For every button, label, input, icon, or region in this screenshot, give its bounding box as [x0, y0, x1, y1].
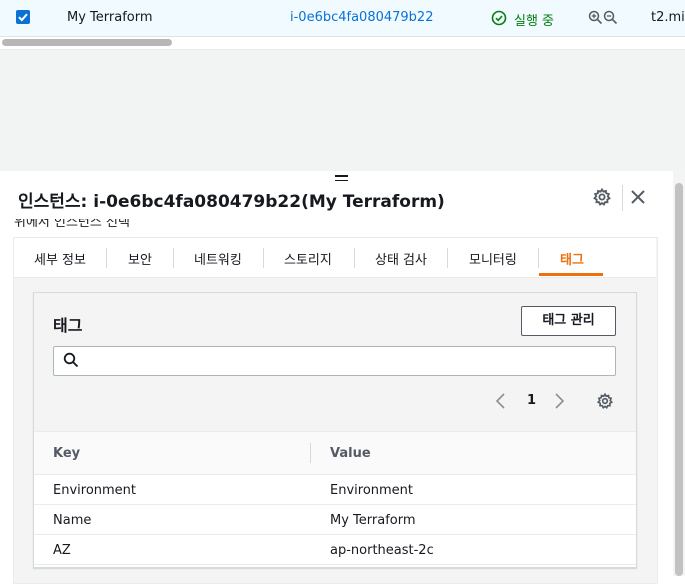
column-header-key[interactable]: Key — [53, 446, 80, 461]
tab-details[interactable]: 세부 정보 — [34, 249, 86, 268]
tag-key-cell: AZ — [53, 543, 71, 558]
zoom-out-icon[interactable] — [603, 10, 618, 25]
split-panel-title: 인스턴스: i-0e6bc4fa080479b22(My Terraform) — [18, 192, 445, 212]
instance-id-link[interactable]: i-0e6bc4fa080479b22 — [290, 10, 433, 25]
preferences-gear-icon[interactable] — [596, 392, 614, 410]
tab-separator — [106, 248, 107, 268]
scrolled-hint-text: 위에서 인스턴스 선택 — [14, 219, 130, 227]
search-icon — [63, 352, 79, 368]
tab-separator — [354, 248, 355, 268]
tag-value-cell: ap-northeast-2c — [330, 543, 434, 558]
tag-key-cell: Name — [53, 513, 92, 528]
manage-tags-button[interactable]: 태그 관리 — [521, 306, 616, 336]
drag-handle-icon[interactable] — [335, 175, 348, 183]
tab-security[interactable]: 보안 — [128, 249, 152, 268]
tab-storage[interactable]: 스토리지 — [284, 249, 332, 268]
column-header-value[interactable]: Value — [330, 446, 371, 461]
tag-value-cell: My Terraform — [330, 513, 416, 528]
column-separator[interactable] — [310, 443, 311, 463]
header-divider — [622, 185, 623, 211]
status-check-circle-icon — [491, 10, 507, 26]
tab-separator — [447, 248, 448, 268]
horizontal-scrollbar-thumb[interactable] — [2, 39, 172, 46]
instance-status-text: 실행 중 — [514, 14, 555, 29]
row-select-checkbox[interactable] — [16, 10, 30, 24]
tab-separator — [538, 248, 539, 268]
chevron-left-icon[interactable] — [493, 392, 509, 410]
instance-type-cell: t2.mi — [651, 10, 685, 25]
settings-gear-icon[interactable] — [592, 187, 612, 207]
pagination-current-page[interactable]: 1 — [527, 393, 536, 408]
tab-tags[interactable]: 태그 — [560, 249, 584, 268]
chevron-right-icon[interactable] — [551, 392, 567, 410]
close-icon[interactable] — [628, 187, 648, 207]
tab-monitoring[interactable]: 모니터링 — [469, 249, 517, 268]
search-input[interactable] — [86, 350, 610, 372]
tab-separator — [263, 248, 264, 268]
checkbox-checked-icon — [18, 13, 28, 22]
tab-separator — [173, 248, 174, 268]
active-tab-indicator — [539, 273, 603, 276]
vertical-scrollbar-thumb[interactable] — [675, 183, 683, 576]
tag-key-cell: Environment — [53, 483, 137, 498]
tags-card-title: 태그 — [53, 316, 83, 335]
tag-value-cell: Environment — [330, 483, 414, 498]
instance-name-cell: My Terraform — [67, 10, 153, 25]
tab-status-checks[interactable]: 상태 검사 — [375, 249, 427, 268]
tab-networking[interactable]: 네트워킹 — [194, 249, 242, 268]
table-empty-area — [0, 49, 685, 171]
zoom-in-icon[interactable] — [588, 10, 603, 25]
